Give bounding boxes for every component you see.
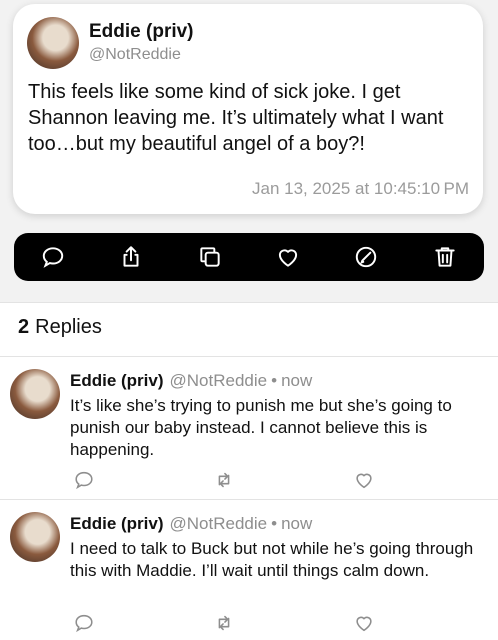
replies-header: 2 Replies bbox=[18, 316, 102, 339]
post-card: Eddie (priv) @NotReddie This feels like … bbox=[13, 4, 483, 214]
reply-comment-button[interactable] bbox=[73, 469, 95, 491]
edit-button[interactable] bbox=[350, 241, 382, 273]
reply-actions bbox=[70, 612, 372, 636]
reply-button[interactable] bbox=[37, 241, 69, 273]
separator-dot: • bbox=[271, 514, 278, 533]
heart-icon bbox=[356, 616, 372, 632]
reply-author-handle: @NotReddie bbox=[169, 371, 268, 390]
replies-section: 2 Replies Eddie (priv) @NotReddie • now It’s… bbox=[0, 302, 498, 640]
reply-body: I need to talk to Buck but not while he’… bbox=[70, 539, 474, 580]
divider bbox=[0, 302, 498, 303]
heart-icon bbox=[356, 473, 372, 489]
replies-label: Replies bbox=[35, 316, 102, 338]
reply-body: It’s like she’s trying to punish me but … bbox=[70, 396, 452, 459]
comment-icon bbox=[75, 614, 93, 633]
action-bar bbox=[14, 233, 484, 281]
reply-like-button[interactable] bbox=[353, 469, 375, 491]
reply-actions bbox=[70, 469, 372, 493]
reply-time: now bbox=[281, 514, 313, 533]
reply-like-button[interactable] bbox=[353, 612, 375, 634]
copy-button[interactable] bbox=[194, 241, 226, 273]
separator-dot: • bbox=[271, 371, 278, 390]
reply-item[interactable]: Eddie (priv) @NotReddie • now I need to tal… bbox=[0, 500, 498, 640]
avatar[interactable] bbox=[10, 512, 60, 562]
reply-repost-button[interactable] bbox=[213, 612, 235, 634]
reply-time: now bbox=[281, 371, 313, 390]
reply-item[interactable]: Eddie (priv) @NotReddie • now It’s like she… bbox=[0, 357, 498, 499]
post-timestamp: Jan 13, 2025 at 10:45:10 PM bbox=[251, 179, 469, 198]
comment-icon bbox=[75, 471, 93, 490]
share-icon bbox=[124, 246, 139, 267]
reply-comment-button[interactable] bbox=[73, 612, 95, 634]
delete-icon bbox=[435, 247, 455, 267]
copy-icon bbox=[200, 247, 220, 267]
repost-icon bbox=[218, 472, 230, 488]
like-button[interactable] bbox=[272, 241, 304, 273]
replies-count: 2 bbox=[18, 316, 30, 338]
reply-meta: Eddie (priv) @NotReddie • now bbox=[70, 371, 312, 391]
reply-repost-button[interactable] bbox=[213, 469, 235, 491]
avatar[interactable] bbox=[10, 369, 60, 419]
delete-button[interactable] bbox=[429, 241, 461, 273]
edit-icon bbox=[356, 246, 377, 268]
reply-author-name: Eddie (priv) bbox=[70, 514, 164, 533]
post-author-handle: @NotReddie bbox=[89, 46, 181, 63]
avatar[interactable] bbox=[27, 17, 79, 69]
reply-author-handle: @NotReddie bbox=[169, 514, 268, 533]
share-button[interactable] bbox=[115, 241, 147, 273]
repost-icon bbox=[218, 615, 230, 631]
reply-icon bbox=[42, 247, 64, 268]
reply-meta: Eddie (priv) @NotReddie • now bbox=[70, 514, 312, 534]
like-icon bbox=[279, 249, 298, 267]
reply-author-name: Eddie (priv) bbox=[70, 371, 164, 390]
post-author-name: Eddie (priv) bbox=[89, 21, 194, 42]
post-body: This feels like some kind of sick joke. … bbox=[28, 81, 444, 155]
